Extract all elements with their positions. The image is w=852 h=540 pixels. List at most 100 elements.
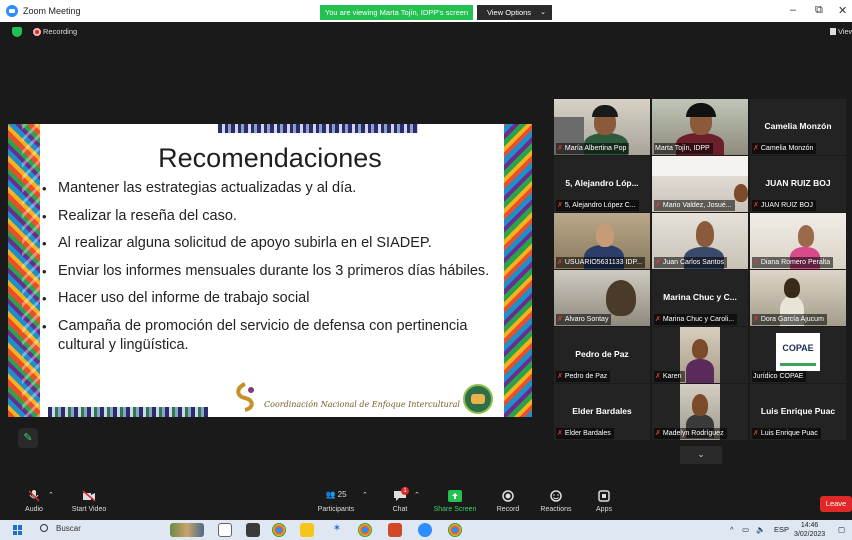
view-button[interactable]: View: [830, 27, 852, 36]
participants-icon: 👥: [325, 490, 336, 499]
chat-button[interactable]: 1 Chat: [388, 487, 412, 513]
muted-mic-icon: ✗: [557, 202, 563, 209]
textile-border-bottom: [48, 407, 208, 417]
slide-bullet: Hacer uso del informe de trabajo social: [40, 289, 510, 308]
participant-tile[interactable]: ✗ Mario Valdez, Josué...: [652, 156, 748, 212]
audio-button[interactable]: Audio: [22, 490, 46, 513]
restore-button[interactable]: ⧉: [815, 4, 823, 17]
participant-tile[interactable]: Elder Bardales ✗ Elder Bardales: [554, 384, 650, 440]
muted-mic-icon: ✗: [557, 316, 563, 323]
participant-display-name: 5, Alejandro Lóp...: [565, 178, 639, 188]
calculator-icon[interactable]: [246, 523, 260, 537]
input-language[interactable]: ESP: [774, 525, 789, 534]
task-view-icon[interactable]: [218, 523, 232, 537]
muted-mic-icon: ✗: [753, 259, 759, 266]
view-options-button[interactable]: View Options ⌄: [477, 5, 552, 20]
pin-app-icon[interactable]: ✶: [330, 523, 344, 537]
participant-tile[interactable]: Pedro de Paz ✗ Pedro de Paz: [554, 327, 650, 383]
participant-display-name: Marina Chuc y C...: [663, 292, 737, 302]
participant-tile[interactable]: ✗ Madelyn Rodríguez: [652, 384, 748, 440]
audio-options-caret[interactable]: ⌃: [48, 491, 54, 499]
participant-tile[interactable]: ✗ Juan Carlos Santos: [652, 213, 748, 269]
participant-tile[interactable]: ✗ Alvaro Sontay: [554, 270, 650, 326]
taskbar-search[interactable]: Buscar: [40, 524, 81, 533]
reactions-label: Reactions: [540, 506, 572, 513]
participant-tile-active-speaker[interactable]: Marta Tojín, IDPP: [652, 99, 748, 155]
chevron-down-icon: ⌄: [697, 449, 705, 459]
view-grid-icon: [830, 28, 836, 35]
record-icon: [502, 490, 514, 502]
reactions-button[interactable]: Reactions: [538, 490, 574, 513]
viewing-screen-banner: You are viewing Marta Tojín, IDPP's scre…: [320, 5, 473, 20]
muted-mic-icon: ✗: [753, 145, 759, 152]
chat-options-caret[interactable]: ⌃: [414, 491, 420, 499]
recording-icon: [33, 28, 41, 36]
participant-tile[interactable]: ✗ USUARIO5631133 IDP...: [554, 213, 650, 269]
participant-name: Jurídico COPAE: [753, 373, 804, 380]
share-screen-button[interactable]: Share Screen: [432, 490, 478, 513]
muted-mic-icon: ✗: [655, 316, 661, 323]
muted-mic-icon: ✗: [655, 373, 661, 380]
zoom-logo-icon: [6, 5, 18, 17]
participant-tile[interactable]: Marina Chuc y C... ✗ Marina Chuc y Caroli…: [652, 270, 748, 326]
clock-date: 3/02/2023: [794, 531, 826, 538]
leave-button[interactable]: Leave: [820, 496, 852, 512]
participant-name: JUAN RUIZ BOJ: [760, 202, 813, 209]
shared-screen: Recomendaciones Mantener las estrategias…: [8, 124, 532, 417]
close-button[interactable]: ✕: [838, 4, 847, 17]
apps-icon: [598, 490, 610, 502]
participant-name: Dora García Ajucum: [760, 316, 824, 323]
volume-icon[interactable]: 🔈: [756, 525, 765, 534]
network-icon[interactable]: ▭: [742, 525, 749, 534]
meeting-toolbar: [0, 486, 852, 520]
taskbar-clock[interactable]: 14:46 3/02/2023: [794, 521, 825, 539]
participants-button[interactable]: 👥 25 Participants: [314, 490, 358, 513]
start-video-label: Start Video: [71, 506, 107, 513]
slide-bullet: Realizar la reseña del caso.: [40, 207, 510, 226]
slide-title: Recomendaciones: [158, 143, 382, 173]
shield-icon[interactable]: [12, 27, 22, 37]
chat-label: Chat: [392, 506, 408, 513]
chrome-icon[interactable]: [448, 523, 462, 537]
view-options-label: View Options: [487, 8, 532, 17]
muted-mic-icon: ✗: [557, 373, 563, 380]
participant-tile[interactable]: ✗ Karen: [652, 327, 748, 383]
muted-mic-icon: ✗: [557, 259, 563, 266]
minimize-button[interactable]: –: [790, 4, 796, 16]
chrome-icon[interactable]: [358, 523, 372, 537]
apps-button[interactable]: Apps: [592, 490, 616, 513]
participant-name: Karen: [662, 373, 682, 380]
zoom-window: Zoom Meeting You are viewing Marta Tojín…: [0, 0, 852, 540]
zoom-taskbar-icon[interactable]: [418, 523, 432, 537]
more-participants-button[interactable]: ⌄: [680, 446, 722, 464]
record-button[interactable]: Record: [494, 490, 522, 513]
tray-overflow-icon[interactable]: ^: [730, 525, 734, 534]
slide-bullet: Al realizar alguna solicitud de apoyo su…: [40, 234, 510, 253]
participant-name: Elder Bardales: [564, 430, 611, 437]
start-video-button[interactable]: Start Video: [68, 490, 110, 513]
participant-tile[interactable]: ✗ Dora García Ajucum: [750, 270, 846, 326]
participant-tile[interactable]: Luis Enrique Puac ✗ Luis Enrique Puac: [750, 384, 846, 440]
participant-tile[interactable]: 5, Alejandro Lóp... ✗ 5, Alejandro López …: [554, 156, 650, 212]
smiley-icon: [550, 490, 562, 502]
participant-tile[interactable]: Camelia Monzón ✗ Camelia Monzón: [750, 99, 846, 155]
participant-name: Pedro de Paz: [564, 373, 608, 380]
notifications-icon[interactable]: ▢: [838, 525, 845, 534]
windows-start-icon[interactable]: [13, 525, 23, 535]
participant-tile[interactable]: ✗ María Albertina Pop: [554, 99, 650, 155]
file-explorer-icon[interactable]: [300, 523, 314, 537]
annotate-pencil-icon[interactable]: ✎: [18, 428, 38, 448]
view-button-label: View: [838, 27, 852, 36]
participant-tile[interactable]: ✗ Diana Romero Peralta: [750, 213, 846, 269]
slide-bullet: Campaña de promoción del servicio de def…: [40, 317, 510, 355]
participant-tile[interactable]: COPAE Jurídico COPAE: [750, 327, 846, 383]
weather-widget-icon[interactable]: [170, 523, 204, 537]
powerpoint-icon[interactable]: [388, 523, 402, 537]
muted-mic-icon: ✗: [753, 202, 759, 209]
participant-name: Diana Romero Peralta: [760, 259, 831, 266]
participants-options-caret[interactable]: ⌃: [362, 491, 368, 499]
participant-tile[interactable]: JUAN RUIZ BOJ ✗ JUAN RUIZ BOJ: [750, 156, 846, 212]
chrome-icon[interactable]: [272, 523, 286, 537]
muted-mic-icon: ✗: [655, 259, 661, 266]
participant-name: Mario Valdez, Josué...: [662, 202, 732, 209]
